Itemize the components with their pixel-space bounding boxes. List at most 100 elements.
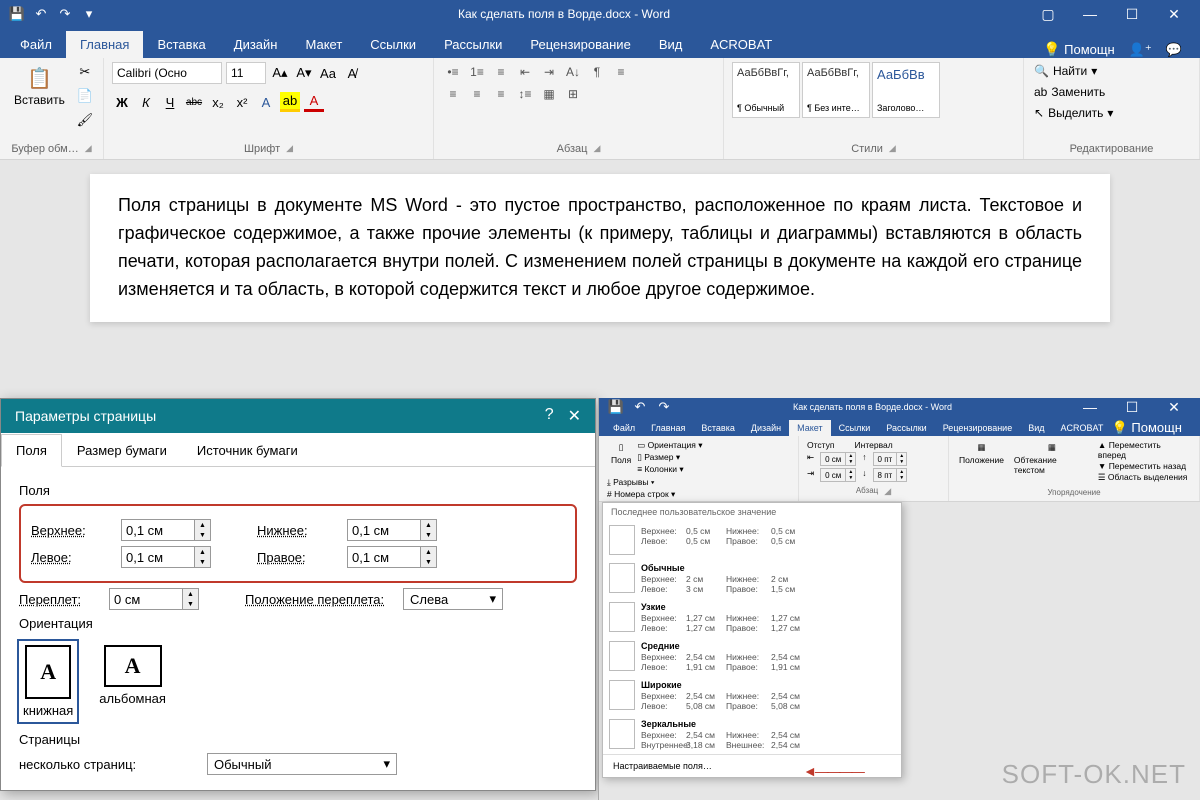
orientation-button[interactable]: ▭ Ориентация ▾ (637, 440, 702, 451)
left-margin-input[interactable]: ▲▼ (121, 546, 211, 568)
spin-down-icon[interactable]: ▼ (195, 557, 210, 567)
bring-forward-button[interactable]: ▲ Переместить вперед (1098, 440, 1191, 460)
numbering-icon[interactable]: 1≡ (466, 62, 488, 82)
minimize-icon[interactable]: ― (1070, 1, 1110, 27)
maximize-icon[interactable]: ☐ (1112, 394, 1152, 420)
tab-acrobat[interactable]: ACROBAT (696, 31, 786, 58)
portrait-option[interactable]: Aкнижная (19, 641, 77, 722)
mini-tab-mail[interactable]: Рассылки (878, 420, 934, 436)
justify-icon[interactable]: ≡ (490, 84, 512, 104)
sort-icon[interactable]: A↓ (562, 62, 584, 82)
close-icon[interactable]: ✕ (568, 406, 581, 426)
underline-button[interactable]: Ч (160, 92, 180, 112)
multi-pages-combo[interactable]: Обычный▾ (207, 753, 397, 775)
bottom-margin-input[interactable]: ▲▼ (347, 519, 437, 541)
change-case-icon[interactable]: Aa (318, 63, 338, 83)
mini-tab-acrobat[interactable]: ACROBAT (1053, 420, 1112, 436)
spin-up-icon[interactable]: ▲ (421, 520, 436, 530)
multilevel-icon[interactable]: ≡ (490, 62, 512, 82)
dialog-launcher-icon[interactable]: ◢ (884, 486, 891, 497)
margin-preset-item[interactable]: Зеркальные Верхнее:2,54 смНижнее:2,54 см… (603, 715, 901, 754)
undo-icon[interactable]: ↶ (32, 5, 50, 23)
qat-more-icon[interactable]: ▾ (80, 5, 98, 23)
ribbon-options-icon[interactable]: ▢ (1028, 1, 1068, 27)
tab-view[interactable]: Вид (645, 31, 697, 58)
font-size-combo[interactable]: 11 (226, 62, 266, 84)
outdent-icon[interactable]: ⇤ (514, 62, 536, 82)
spin-down-icon[interactable]: ▼ (421, 557, 436, 567)
margin-preset-item[interactable]: Узкие Верхнее:1,27 смНижнее:1,27 см Лево… (603, 598, 901, 637)
position-button[interactable]: ▦Положение (957, 440, 1006, 467)
superscript-button[interactable]: x² (232, 92, 252, 112)
tab-paper[interactable]: Размер бумаги (62, 434, 182, 467)
close-icon[interactable]: ✕ (1154, 394, 1194, 420)
format-painter-icon[interactable]: 🖌 (75, 110, 95, 130)
spacing-after-input[interactable]: 8 пт▲▼ (873, 468, 908, 482)
mini-tab-view[interactable]: Вид (1020, 420, 1052, 436)
shading-icon[interactable]: ▦ (538, 84, 560, 104)
text-effects-icon[interactable]: A (256, 92, 276, 112)
spin-up-icon[interactable]: ▲ (183, 589, 198, 599)
spin-up-icon[interactable]: ▲ (421, 547, 436, 557)
clear-format-icon[interactable]: A̸ (342, 63, 362, 83)
minimize-icon[interactable]: ― (1070, 394, 1110, 420)
right-margin-input[interactable]: ▲▼ (347, 546, 437, 568)
redo-icon[interactable]: ↷ (56, 5, 74, 23)
find-button[interactable]: 🔍Найти ▾ (1032, 62, 1115, 80)
help-icon[interactable]: ? (545, 406, 554, 426)
mini-tab-insert[interactable]: Вставка (693, 420, 742, 436)
send-backward-button[interactable]: ▼ Переместить назад (1098, 461, 1191, 471)
tab-margins[interactable]: Поля (1, 434, 62, 467)
tab-insert[interactable]: Вставка (143, 31, 219, 58)
styles-gallery[interactable]: АаБбВвГг,¶ Обычный АаБбВвГг,¶ Без инте… … (732, 62, 940, 118)
line-numbers-button[interactable]: # Номера строк ▾ (607, 489, 719, 500)
tab-review[interactable]: Рецензирование (516, 31, 644, 58)
bullets-icon[interactable]: •≡ (442, 62, 464, 82)
custom-margins-item[interactable]: Настраиваемые поля… ◄―――― (603, 754, 901, 777)
paste-button[interactable]: 📋Вставить (8, 62, 71, 111)
breaks-button[interactable]: ⤓ Разрывы ▾ (607, 477, 719, 488)
mini-tab-file[interactable]: Файл (605, 420, 643, 436)
save-icon[interactable]: 💾 (607, 398, 625, 416)
mini-tab-layout[interactable]: Макет (789, 420, 830, 436)
align-center-icon[interactable]: ≡ (442, 84, 464, 104)
gutter-input[interactable]: ▲▼ (109, 588, 199, 610)
spin-up-icon[interactable]: ▲ (195, 520, 210, 530)
spin-down-icon[interactable]: ▼ (183, 599, 198, 609)
dialog-launcher-icon[interactable]: ◢ (286, 143, 293, 155)
align-right-icon[interactable]: ≡ (466, 84, 488, 104)
shrink-font-icon[interactable]: A▾ (294, 63, 314, 83)
replace-button[interactable]: abЗаменить (1032, 83, 1115, 101)
spin-up-icon[interactable]: ▲ (195, 547, 210, 557)
spin-down-icon[interactable]: ▼ (195, 530, 210, 540)
redo-icon[interactable]: ↷ (655, 398, 673, 416)
tell-me[interactable]: 💡 Помощн (1043, 41, 1115, 58)
dialog-launcher-icon[interactable]: ◢ (593, 143, 600, 155)
columns-button[interactable]: ≡ Колонки ▾ (637, 464, 702, 475)
indent-left-input[interactable]: 0 см▲▼ (820, 452, 856, 466)
margin-preset-item[interactable]: Широкие Верхнее:2,54 смНижнее:2,54 см Ле… (603, 676, 901, 715)
margin-preset-item[interactable]: Средние Верхнее:2,54 смНижнее:2,54 см Ле… (603, 637, 901, 676)
share-icon[interactable]: 👤⁺ (1129, 42, 1152, 58)
style-heading[interactable]: АаБбВвЗаголово… (872, 62, 940, 118)
size-button[interactable]: ▯ Размер ▾ (637, 452, 702, 463)
font-color-icon[interactable]: A (304, 92, 324, 112)
margin-preset-item[interactable]: Обычные Верхнее:2 смНижнее:2 см Левое:3 … (603, 559, 901, 598)
show-marks-icon[interactable]: ¶ (586, 62, 608, 82)
maximize-icon[interactable]: ☐ (1112, 1, 1152, 27)
margin-preset-item[interactable]: Верхнее:0,5 смНижнее:0,5 см Левое:0,5 см… (603, 521, 901, 559)
highlight-icon[interactable]: ab (280, 92, 300, 112)
select-button[interactable]: ↖Выделить ▾ (1032, 104, 1115, 122)
copy-icon[interactable]: 📄 (75, 86, 95, 106)
dialog-launcher-icon[interactable]: ◢ (889, 143, 896, 155)
margins-button[interactable]: ▯Поля (607, 440, 635, 467)
style-normal[interactable]: АаБбВвГг,¶ Обычный (732, 62, 800, 118)
tab-layout-src[interactable]: Источник бумаги (182, 434, 313, 467)
subscript-button[interactable]: x₂ (208, 92, 228, 112)
close-icon[interactable]: ✕ (1154, 1, 1194, 27)
cut-icon[interactable]: ✂ (75, 62, 95, 82)
strike-button[interactable]: abc (184, 92, 204, 112)
selection-pane-button[interactable]: ☰ Область выделения (1098, 472, 1191, 483)
tab-home[interactable]: Главная (66, 31, 143, 58)
grow-font-icon[interactable]: A▴ (270, 63, 290, 83)
